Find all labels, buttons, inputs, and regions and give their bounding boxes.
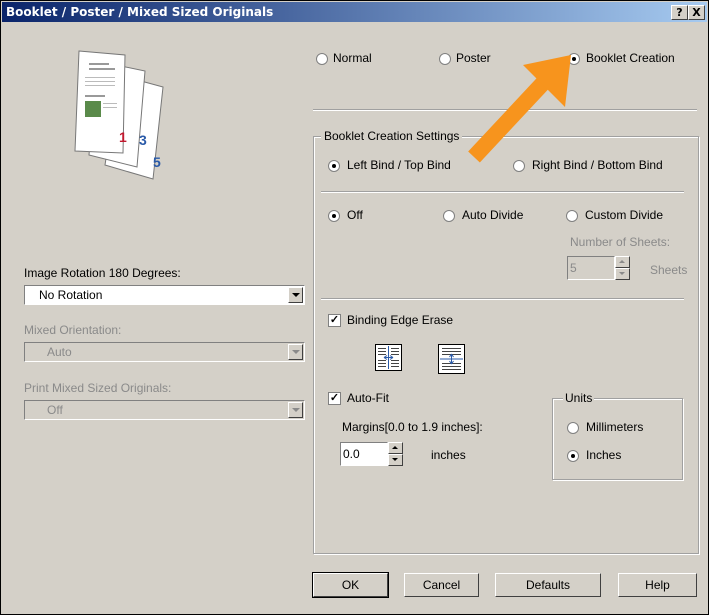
image-rotation-label: Image Rotation 180 Degrees: [24, 266, 181, 280]
cancel-button[interactable]: Cancel [404, 573, 479, 597]
title-bar: Booklet / Poster / Mixed Sized Originals… [2, 2, 707, 22]
spin-down-icon[interactable] [615, 268, 630, 280]
num-sheets-label: Number of Sheets: [570, 235, 671, 249]
margins-value: 0.0 [343, 447, 360, 461]
print-mixed-value: Off [47, 403, 63, 417]
auto-divide-radio[interactable] [443, 210, 455, 222]
ok-button[interactable]: OK [312, 572, 389, 598]
chevron-down-icon[interactable] [288, 344, 303, 360]
normal-label: Normal [333, 51, 372, 65]
spin-up-icon[interactable] [615, 256, 630, 268]
num-sheets-input[interactable]: 5 [567, 256, 615, 280]
left-bind-label: Left Bind / Top Bind [347, 158, 451, 172]
page-number-5: 5 [153, 154, 161, 170]
print-mixed-select[interactable]: Off [24, 400, 305, 420]
page-number-3: 3 [139, 132, 147, 148]
left-bind-radio[interactable] [328, 160, 340, 172]
margins-input[interactable]: 0.0 [340, 442, 388, 466]
binding-erase-vertical-icon[interactable] [438, 344, 465, 374]
help-button[interactable]: Help [618, 573, 697, 597]
print-mixed-label: Print Mixed Sized Originals: [24, 381, 172, 395]
off-label: Off [347, 208, 363, 222]
binding-edge-erase-checkbox[interactable]: ✓ [328, 314, 341, 327]
inches-radio[interactable] [567, 450, 579, 462]
help-title-button[interactable]: ? [671, 5, 688, 20]
margins-unit-label: inches [431, 448, 466, 462]
booklet-settings-title: Booklet Creation Settings [321, 129, 463, 143]
booklet-label: Booklet Creation [586, 51, 675, 65]
auto-fit-checkbox[interactable]: ✓ [328, 392, 341, 405]
num-sheets-value: 5 [570, 261, 577, 275]
millimeters-radio[interactable] [567, 422, 579, 434]
off-radio[interactable] [328, 210, 340, 222]
bind-separator [321, 191, 684, 193]
custom-divide-radio[interactable] [566, 210, 578, 222]
booklet-settings-group [313, 136, 699, 554]
sheets-unit-label: Sheets [650, 263, 688, 277]
page-number-1: 1 [119, 129, 127, 145]
num-sheets-spinner[interactable] [615, 256, 630, 280]
custom-divide-label: Custom Divide [585, 208, 664, 222]
chevron-down-icon[interactable] [288, 402, 303, 418]
units-group [552, 398, 683, 480]
divide-separator [321, 298, 684, 300]
spin-up-icon[interactable] [388, 442, 403, 454]
inches-label: Inches [586, 448, 622, 462]
mixed-orientation-label: Mixed Orientation: [24, 323, 122, 337]
units-title: Units [563, 391, 595, 405]
normal-radio[interactable] [316, 53, 328, 65]
mixed-orientation-value: Auto [47, 345, 72, 359]
millimeters-label: Millimeters [586, 420, 644, 434]
window-title: Booklet / Poster / Mixed Sized Originals [6, 5, 274, 19]
image-rotation-value: No Rotation [39, 288, 103, 302]
margins-spinner[interactable] [388, 442, 403, 466]
mixed-orientation-select[interactable]: Auto [24, 342, 305, 362]
orange-arrow-icon [459, 49, 579, 174]
spin-down-icon[interactable] [388, 454, 403, 466]
image-rotation-select[interactable]: No Rotation [24, 285, 305, 305]
auto-fit-label: Auto-Fit [347, 391, 390, 405]
close-title-button[interactable]: X [688, 5, 705, 20]
defaults-button[interactable]: Defaults [495, 573, 601, 597]
binding-erase-horizontal-icon[interactable] [375, 344, 402, 371]
auto-divide-label: Auto Divide [462, 208, 524, 222]
chevron-down-icon[interactable] [288, 287, 303, 303]
poster-radio[interactable] [439, 53, 451, 65]
margins-label: Margins[0.0 to 1.9 inches]: [342, 420, 483, 434]
dialog-window: Booklet / Poster / Mixed Sized Originals… [0, 0, 709, 615]
booklet-preview-image: 1 3 5 [67, 47, 182, 187]
binding-edge-erase-label: Binding Edge Erase [347, 313, 454, 327]
